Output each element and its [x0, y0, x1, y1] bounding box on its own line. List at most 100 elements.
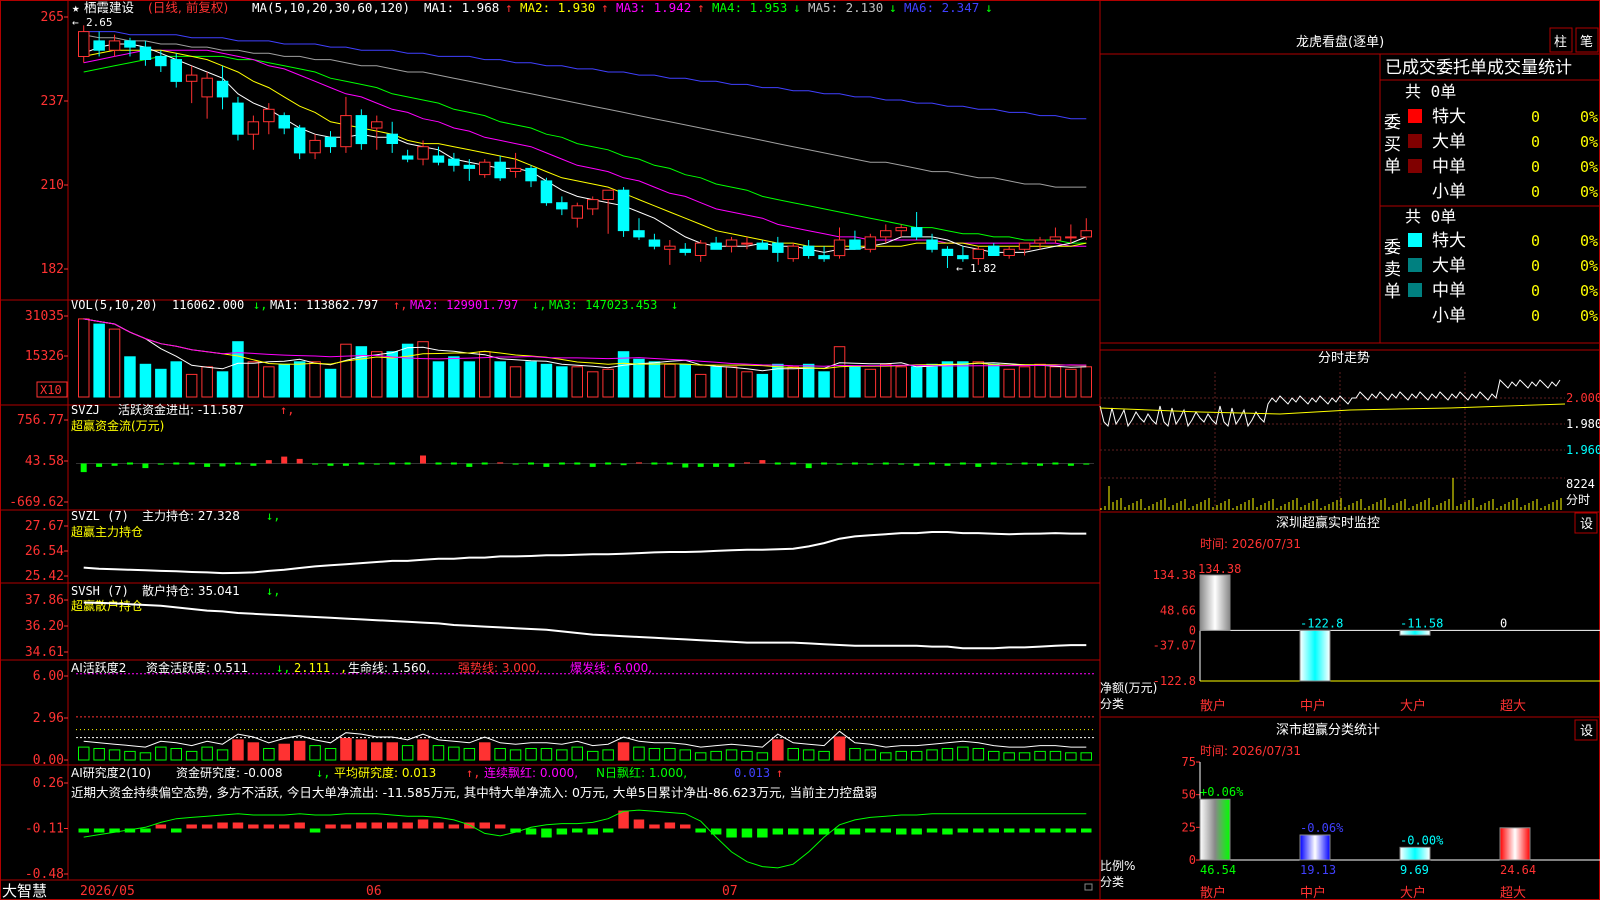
candle-body: [386, 133, 398, 144]
volume-bar: [756, 373, 769, 398]
ma5-line: [83, 43, 1087, 253]
ai1-e: 爆发线: 6.000,: [570, 660, 652, 675]
svzj-bar: [142, 463, 149, 469]
svzj-panel[interactable]: SVZJ 活跃资金进出: -11.587 ↑, 超赢资金流(万元) 756.77…: [9, 402, 1094, 510]
sz-ylabel: 净额(万元): [1100, 681, 1157, 695]
ai1-bar: [340, 737, 352, 761]
axis-tick-label: 6.00: [33, 669, 64, 684]
svzj-bar: [466, 463, 473, 467]
ai2-bar: [695, 828, 706, 833]
vol-ma2-arrow: ↓,: [532, 298, 546, 312]
candle-body: [432, 155, 445, 163]
candle-body: [725, 239, 738, 247]
ai2-bar: [1019, 828, 1030, 833]
svzj-bar: [697, 463, 704, 467]
ai2-bar: [155, 824, 167, 829]
svsh-sub: 超赢散户持仓: [71, 598, 143, 613]
ai-research-panel[interactable]: AI研究度2(10) 资金研究度: -0.008 ↓, 平均研究度: 0.013…: [25, 765, 1092, 882]
svzj-bar: [481, 462, 488, 465]
ai2-bar: [880, 828, 891, 833]
kline-panel[interactable]: ★ 栖霞建设 (日线, 前复权) MA(5,10,20,30,60,120) M…: [41, 0, 1092, 277]
candle-body: [93, 40, 105, 51]
high-mark-arrow: ←: [72, 16, 79, 29]
sz-xlabel: 分类: [1100, 697, 1124, 711]
sm-value-label: 24.64: [1500, 863, 1536, 877]
candle-body: [710, 242, 722, 250]
candle-body: [772, 242, 784, 253]
volume-bar: [417, 341, 429, 398]
ai2-bar: [726, 828, 737, 838]
candle-body: [479, 161, 491, 176]
volume-bar: [664, 363, 676, 398]
volume-bar: [1034, 363, 1046, 398]
ai1-bars: [76, 673, 1094, 761]
lock-icon[interactable]: [1084, 883, 1093, 891]
ai1-bar: [216, 749, 229, 761]
ai2-bars: [78, 809, 1092, 869]
candle-body: [108, 40, 121, 51]
volume-bar: [355, 346, 368, 398]
ai2-avg-line: [83, 809, 1087, 869]
volume-bar: [880, 363, 892, 398]
fs-title: 分时走势: [1318, 350, 1370, 366]
svzj-bar: [127, 462, 133, 465]
ai2-bar: [279, 824, 290, 829]
period-label[interactable]: (日线, 前复权): [148, 0, 228, 15]
sz-axis-label: -122.8: [1153, 674, 1196, 688]
ai2-bar: [772, 828, 784, 835]
svzj-bar: [157, 463, 164, 465]
sell-row-pct: 0%: [1580, 307, 1598, 325]
ai1-bar: [309, 745, 321, 761]
ai1-bar: [571, 746, 583, 761]
volume-bar: [124, 356, 136, 398]
intraday-chart[interactable]: 2.000 1.980 1.960 8224 分时: [1099, 372, 1600, 510]
sell-row-name: 大单: [1432, 256, 1466, 276]
ai2-label: AI研究度2(10): [71, 765, 151, 780]
candle-body: [602, 189, 614, 200]
ai2-bar: [309, 828, 321, 833]
volume-bar: [895, 366, 907, 398]
stock-name[interactable]: 栖霞建设: [84, 0, 135, 15]
lhb-title: 龙虎看盘(逐单): [1296, 34, 1384, 50]
ai-activity-panel[interactable]: AI活跃度2 资金活跃度: 0.511 ↓, 2.111 , 生命线: 1.56…: [33, 660, 1094, 768]
axis-tick-label: 0.00: [33, 753, 64, 768]
ai2-bar: [201, 824, 213, 829]
sm-stats-chart: 75 50 25 0 +0.06% 46.54 散户 -0.06% 19.13 中户 -0.00% 9…: [1182, 755, 1600, 900]
sm-xlabel: 分类: [1100, 875, 1124, 889]
candles: [78, 25, 1092, 268]
svzj-bar: [959, 462, 966, 465]
price-axis: 265 237 210 182: [41, 10, 68, 277]
volume-panel[interactable]: VOL(5,10,20) 116062.000 ↓, MA1: 113862.7…: [25, 298, 1092, 398]
svzj-bar: [990, 462, 997, 465]
candle-body: [571, 205, 583, 219]
vol-ma3: MA3: 147023.453: [549, 298, 657, 312]
svzj-bar: [312, 463, 319, 465]
candle-body: [957, 255, 969, 260]
svsh-panel[interactable]: SVSH (7) 散户持仓: 35.041 ↓, 超赢散户持仓 37.86 36.…: [25, 583, 1087, 660]
candle-body: [139, 46, 152, 60]
candle-body: [895, 227, 907, 232]
svzj-bar: [1083, 463, 1090, 465]
candle-body: [864, 236, 877, 250]
volume-bar: [432, 361, 445, 398]
svsh-label: SVSH (7): [71, 584, 129, 598]
sm-axis-label: 25: [1182, 820, 1196, 834]
volume-bar: [108, 328, 121, 398]
svzl-panel[interactable]: SVZL (7) 主力持仓: 27.328 ↓, 超赢主力持仓 27.67 26.…: [25, 508, 1087, 584]
sell-swatch: [1408, 258, 1422, 272]
axis-tick-label: 34.61: [25, 645, 64, 660]
ai1-bar: [401, 745, 414, 761]
ma1-arrow-up: ↑: [505, 0, 513, 15]
volume-bar: [540, 363, 553, 398]
ai1-c: 生命线: 1.560,: [348, 660, 430, 675]
svzj-bar: [327, 463, 334, 466]
candle-body: [216, 80, 229, 98]
ai1-bar: [1049, 750, 1062, 761]
sm-settings-label: 设: [1580, 724, 1593, 739]
volume-bar: [340, 343, 352, 398]
stat-title: 已成交委托单成交量统计: [1385, 58, 1572, 78]
ai1-bar: [448, 746, 460, 761]
candle-body: [324, 136, 337, 148]
ai2-bar: [217, 822, 228, 829]
volume-bar: [1049, 366, 1062, 398]
